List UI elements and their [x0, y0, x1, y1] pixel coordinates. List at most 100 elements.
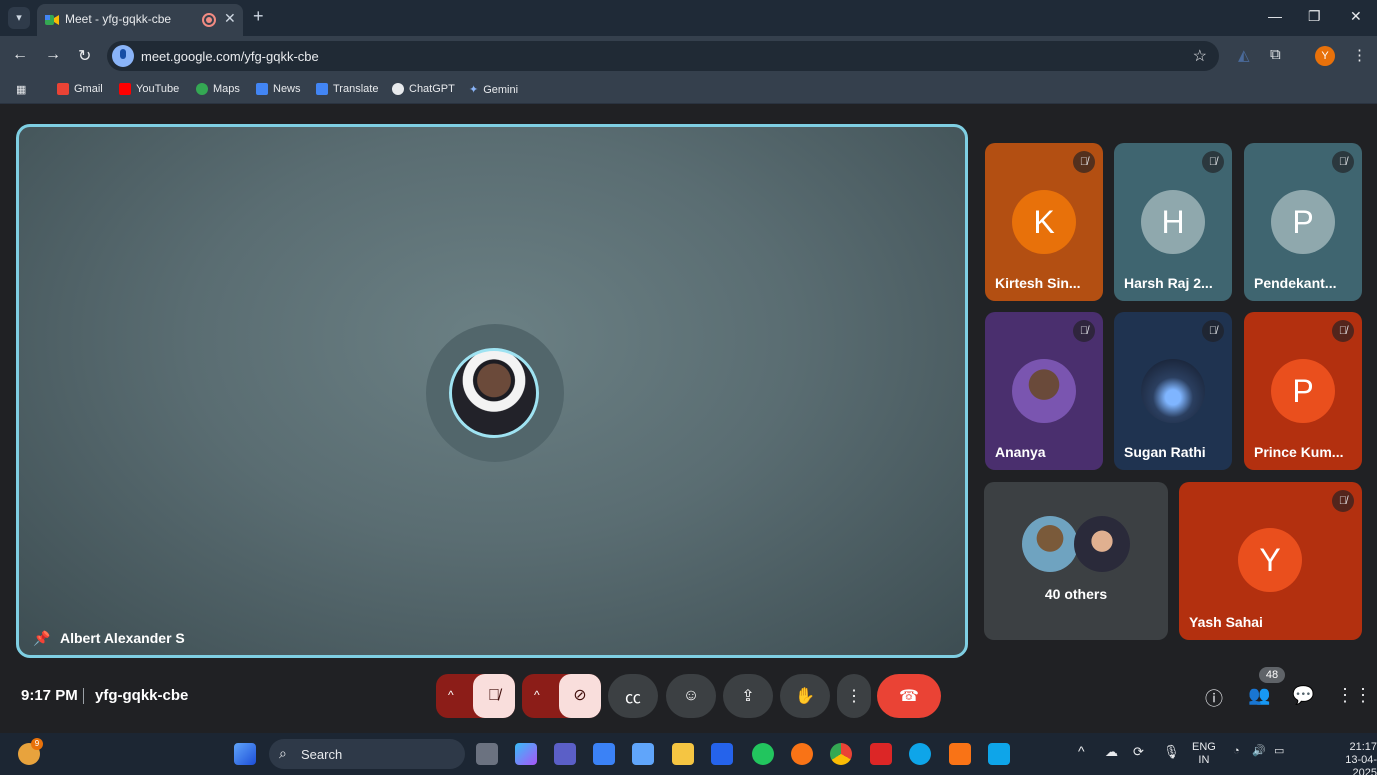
forward-button[interactable]: →	[45, 46, 61, 64]
bookmark-maps[interactable]: Maps	[196, 83, 240, 95]
audio-options-chevron-icon[interactable]: ^	[448, 688, 454, 702]
battery-icon[interactable]: ▭	[1274, 745, 1284, 758]
participant-name: Yash Sahai	[1189, 614, 1263, 630]
mic-off-icon: 🎙̸	[1332, 151, 1354, 173]
calculator-icon[interactable]	[632, 743, 654, 765]
copilot-icon[interactable]	[515, 743, 537, 765]
avatar-photo	[1012, 359, 1076, 423]
others-count: 40 others	[1044, 586, 1108, 602]
snipping-tool-icon[interactable]	[593, 743, 615, 765]
participant-name: Kirtesh Sin...	[995, 275, 1081, 291]
new-tab-button[interactable]: +	[253, 6, 264, 27]
extension-icon[interactable]: ◭	[1238, 46, 1250, 64]
reload-button[interactable]: ↻	[78, 46, 91, 66]
onedrive-icon[interactable]: ☁	[1105, 745, 1118, 758]
emoji-button[interactable]: ☺	[666, 674, 716, 718]
start-icon[interactable]	[234, 743, 256, 765]
mic-toggle-button[interactable]: 🎙̸	[473, 674, 515, 718]
main-speaker-tile[interactable]: 📌 Albert Alexander S	[16, 124, 968, 658]
search-label: Search	[301, 747, 343, 762]
taskbar-search[interactable]: ⌕ Search	[269, 739, 465, 769]
avatar-photo	[1141, 359, 1205, 423]
active-tab[interactable]: Meet - yfg-gqkk-cbe ✕	[37, 4, 243, 36]
others-tile[interactable]: 40 others	[984, 482, 1168, 640]
notification-badge: 9	[31, 738, 43, 750]
teams-icon[interactable]	[554, 743, 576, 765]
others-avatar	[1022, 516, 1078, 572]
chrome-icon[interactable]	[830, 743, 852, 765]
wifi-icon[interactable]: ◔	[1233, 745, 1240, 758]
participant-name: Ananya	[995, 444, 1046, 460]
captions-button[interactable]: ㏄	[608, 674, 658, 718]
close-window-button[interactable]: ✕	[1350, 8, 1362, 25]
minimize-button[interactable]: —	[1268, 8, 1282, 24]
extensions-puzzle-icon[interactable]: ⧉	[1270, 46, 1281, 63]
participant-tile[interactable]: P 🎙̸ Prince Kum...	[1244, 312, 1362, 470]
site-mic-icon[interactable]	[112, 45, 134, 67]
leave-call-button[interactable]: ☎	[877, 674, 941, 718]
participant-name: Prince Kum...	[1254, 444, 1344, 460]
file-explorer-icon[interactable]	[672, 743, 694, 765]
avatar: P	[1271, 359, 1335, 423]
avatar: Y	[1238, 528, 1302, 592]
raise-hand-button[interactable]: ✋	[780, 674, 830, 718]
participant-tile[interactable]: K 🎙̸ Kirtesh Sin...	[985, 143, 1103, 301]
windows-taskbar: 9 ⌕ Search ^ ☁ ⟳ 🎙 ENG IN ◔ 🔊 ▭ 21:17 13-0…	[0, 733, 1377, 775]
bookmark-chatgpt[interactable]: ChatGPT	[392, 83, 455, 95]
bookmark-translate[interactable]: Translate	[316, 83, 378, 95]
close-tab-icon[interactable]: ✕	[224, 10, 236, 27]
participant-tile[interactable]: 🎙̸ Sugan Rathi	[1114, 312, 1232, 470]
meeting-code: yfg-gqkk-cbe	[95, 687, 189, 704]
youtube-icon	[119, 83, 131, 95]
participant-tile[interactable]: Y 🎙̸ Yash Sahai	[1179, 482, 1362, 640]
activities-icon[interactable]: ⋮⋮	[1336, 685, 1372, 706]
mic-off-icon: 🎙̸	[1202, 151, 1224, 173]
volume-icon[interactable]: 🔊	[1252, 745, 1266, 758]
mic-off-icon: 🎙̸	[1073, 320, 1095, 342]
firefox-icon[interactable]	[791, 743, 813, 765]
url-text: meet.google.com/yfg-gqkk-cbe	[141, 49, 319, 64]
translate-icon	[316, 83, 328, 95]
participant-tile[interactable]: H 🎙̸ Harsh Raj 2...	[1114, 143, 1232, 301]
apps-grid-icon[interactable]: ▦	[16, 83, 26, 96]
search-icon: ⌕	[279, 745, 287, 761]
task-view-icon[interactable]	[476, 743, 498, 765]
present-button[interactable]: ⇪	[723, 674, 773, 718]
tray-expand-icon[interactable]: ^	[1078, 744, 1085, 758]
mic-off-icon: 🎙̸	[1073, 151, 1095, 173]
mic-off-icon: 🎙̸	[1202, 320, 1224, 342]
back-button[interactable]: ←	[12, 46, 28, 64]
store-icon[interactable]	[711, 743, 733, 765]
microphone-icon[interactable]: 🎙	[1163, 745, 1180, 758]
mcafee-icon[interactable]	[870, 743, 892, 765]
system-clock[interactable]: 21:17 13-04-2025	[1326, 741, 1377, 775]
tab-search-button[interactable]: ▾	[8, 7, 30, 29]
profile-avatar[interactable]: Y	[1315, 46, 1335, 66]
bookmark-gemini[interactable]: ✦ Gemini	[469, 83, 518, 97]
camera-toggle-button[interactable]: ⊘	[559, 674, 601, 718]
browser-app-icon[interactable]	[752, 743, 774, 765]
edge-icon[interactable]	[909, 743, 931, 765]
sync-icon[interactable]: ⟳	[1133, 745, 1144, 758]
participant-name: Harsh Raj 2...	[1124, 275, 1213, 291]
brave-icon[interactable]	[949, 743, 971, 765]
bookmark-news[interactable]: News	[256, 83, 301, 95]
participant-tile[interactable]: 🎙̸ Ananya	[985, 312, 1103, 470]
address-bar[interactable]: meet.google.com/yfg-gqkk-cbe ☆	[107, 41, 1219, 71]
vscode-icon[interactable]	[988, 743, 1010, 765]
participant-tile[interactable]: P 🎙̸ Pendekant...	[1244, 143, 1362, 301]
bookmark-youtube[interactable]: YouTube	[119, 83, 179, 95]
tab-title: Meet - yfg-gqkk-cbe	[65, 12, 172, 26]
browser-menu-icon[interactable]: ⋮	[1352, 46, 1367, 64]
chat-icon[interactable]: 💬	[1292, 685, 1314, 706]
pin-icon[interactable]: 📌	[33, 630, 50, 647]
restore-button[interactable]: ❐	[1308, 8, 1321, 25]
more-options-button[interactable]: ⋮	[837, 674, 871, 718]
video-options-chevron-icon[interactable]: ^	[534, 688, 540, 702]
meeting-info-icon[interactable]: ⓘ	[1205, 685, 1223, 711]
bookmark-star-icon[interactable]: ☆	[1193, 46, 1207, 66]
language-indicator[interactable]: ENG IN	[1192, 741, 1216, 767]
people-icon[interactable]: 👥	[1248, 685, 1270, 706]
participant-count-badge: 48	[1259, 667, 1285, 683]
bookmark-gmail[interactable]: Gmail	[57, 83, 103, 95]
